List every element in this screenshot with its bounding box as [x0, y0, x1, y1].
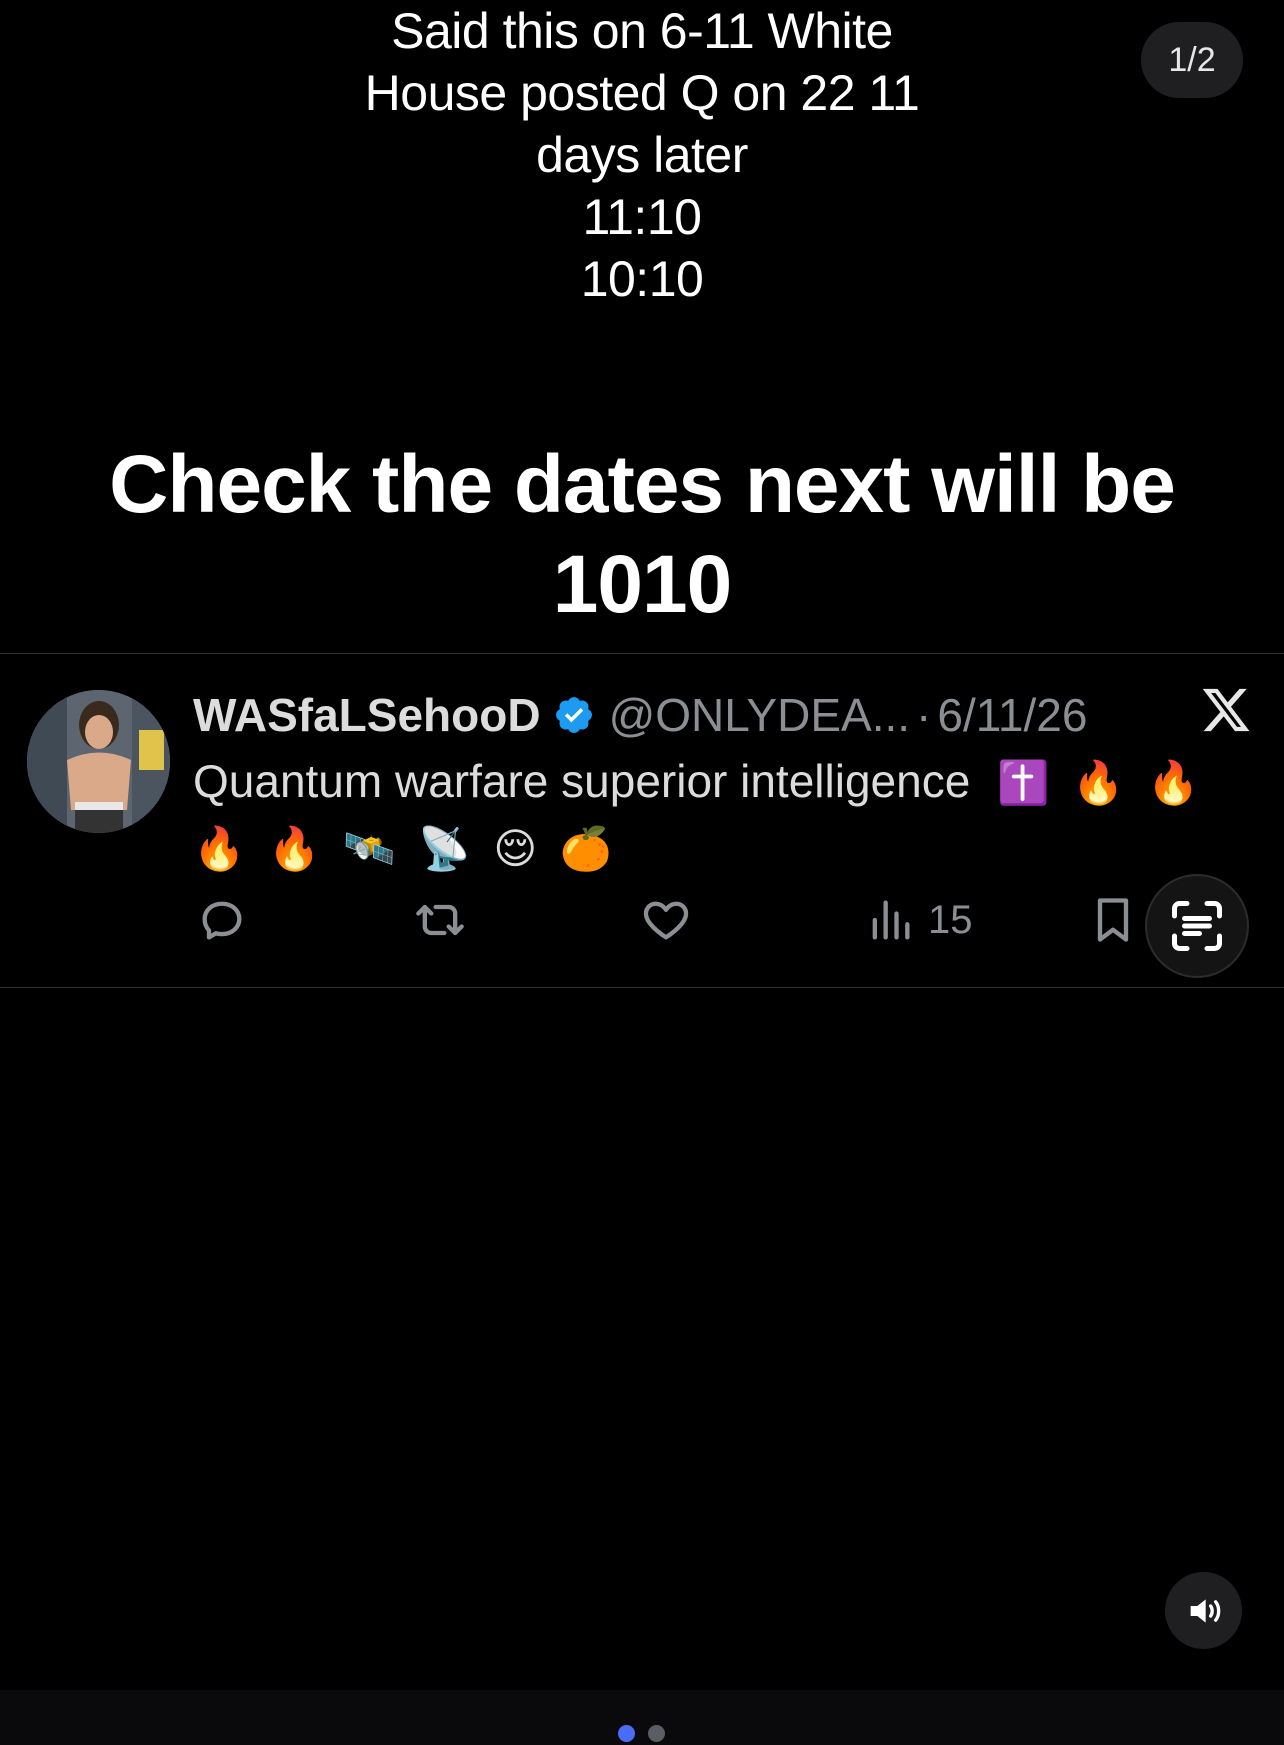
retweet-button[interactable] [414, 890, 466, 950]
tweet-text-line: Quantum warfare superior intelligence ✝️… [193, 749, 1253, 815]
bookmark-icon [1097, 898, 1129, 942]
like-icon [643, 901, 689, 940]
fire-emoji-icon: 🔥 [1147, 758, 1200, 807]
reply-button[interactable] [196, 890, 248, 950]
pager-dot-inactive[interactable] [648, 1725, 665, 1742]
like-button[interactable] [640, 890, 692, 950]
pager-dot-active[interactable] [618, 1725, 635, 1742]
avatar[interactable] [27, 690, 170, 833]
tweet-text-content: Quantum warfare superior intelligence [193, 755, 971, 807]
caption-top-line: 11:10 [582, 189, 702, 245]
caption-main: Check the dates next will be 1010 [0, 435, 1284, 635]
divider [0, 987, 1284, 988]
fire-emoji-icon: 🔥 [1072, 758, 1125, 807]
x-logo-icon[interactable] [1200, 684, 1252, 736]
embedded-tweet[interactable]: WASfaLSehooD @ONLYDEA... · 6/11/26 Quant… [0, 655, 1284, 987]
relieved-face-emoji-icon: 😌 [493, 824, 538, 873]
speaker-icon [1190, 1598, 1220, 1623]
tweet-text: Quantum warfare superior intelligence ✝️… [193, 749, 1253, 881]
verified-badge-icon [555, 697, 592, 733]
caption-top-line: days later [536, 127, 748, 183]
tweet-actions: 15 [0, 890, 1284, 950]
fire-emoji-icon: 🔥 [268, 824, 321, 873]
caption-top-line: 10:10 [580, 251, 704, 307]
retweet-icon [416, 904, 464, 936]
separator-dot: · [916, 689, 932, 741]
satellite-dish-emoji-icon: 📡 [418, 824, 471, 873]
caption-main-line: 1010 [552, 539, 732, 630]
page-indicator-badge[interactable]: 1/2 [1141, 22, 1243, 98]
caption-top-line: Said this on 6-11 White [391, 3, 893, 59]
cross-emoji-icon: ✝️ [997, 758, 1050, 807]
sound-toggle-button[interactable] [1165, 1572, 1242, 1649]
caption-top: Said this on 6-11 White House posted Q o… [0, 0, 1284, 310]
fire-emoji-icon: 🔥 [193, 824, 246, 873]
scan-text-icon [1172, 901, 1222, 951]
satellite-emoji-icon: 🛰️ [343, 824, 396, 873]
tangerine-emoji-icon: 🍊 [559, 824, 613, 873]
tweet-text-line: 🔥 🔥 🛰️ 📡 😌 🍊 [193, 815, 1253, 881]
caption-main-line: Check the dates next will be [109, 439, 1176, 530]
views-icon [872, 900, 910, 940]
reply-icon [202, 901, 242, 940]
divider [0, 653, 1284, 654]
views-button[interactable]: 15 [864, 890, 973, 950]
tweet-header: WASfaLSehooD @ONLYDEA... · 6/11/26 [193, 685, 1087, 745]
scan-text-button[interactable] [1145, 874, 1249, 978]
views-count: 15 [928, 897, 973, 942]
caption-top-line: House posted Q on 22 11 [364, 65, 920, 121]
user-handle[interactable]: @ONLYDEA... [609, 688, 910, 742]
avatar-image [27, 690, 170, 833]
bottom-bar [0, 1690, 1284, 1745]
display-name[interactable]: WASfaLSehooD [193, 688, 541, 742]
bookmark-button[interactable] [1087, 890, 1139, 950]
tweet-date[interactable]: 6/11/26 [937, 688, 1087, 742]
